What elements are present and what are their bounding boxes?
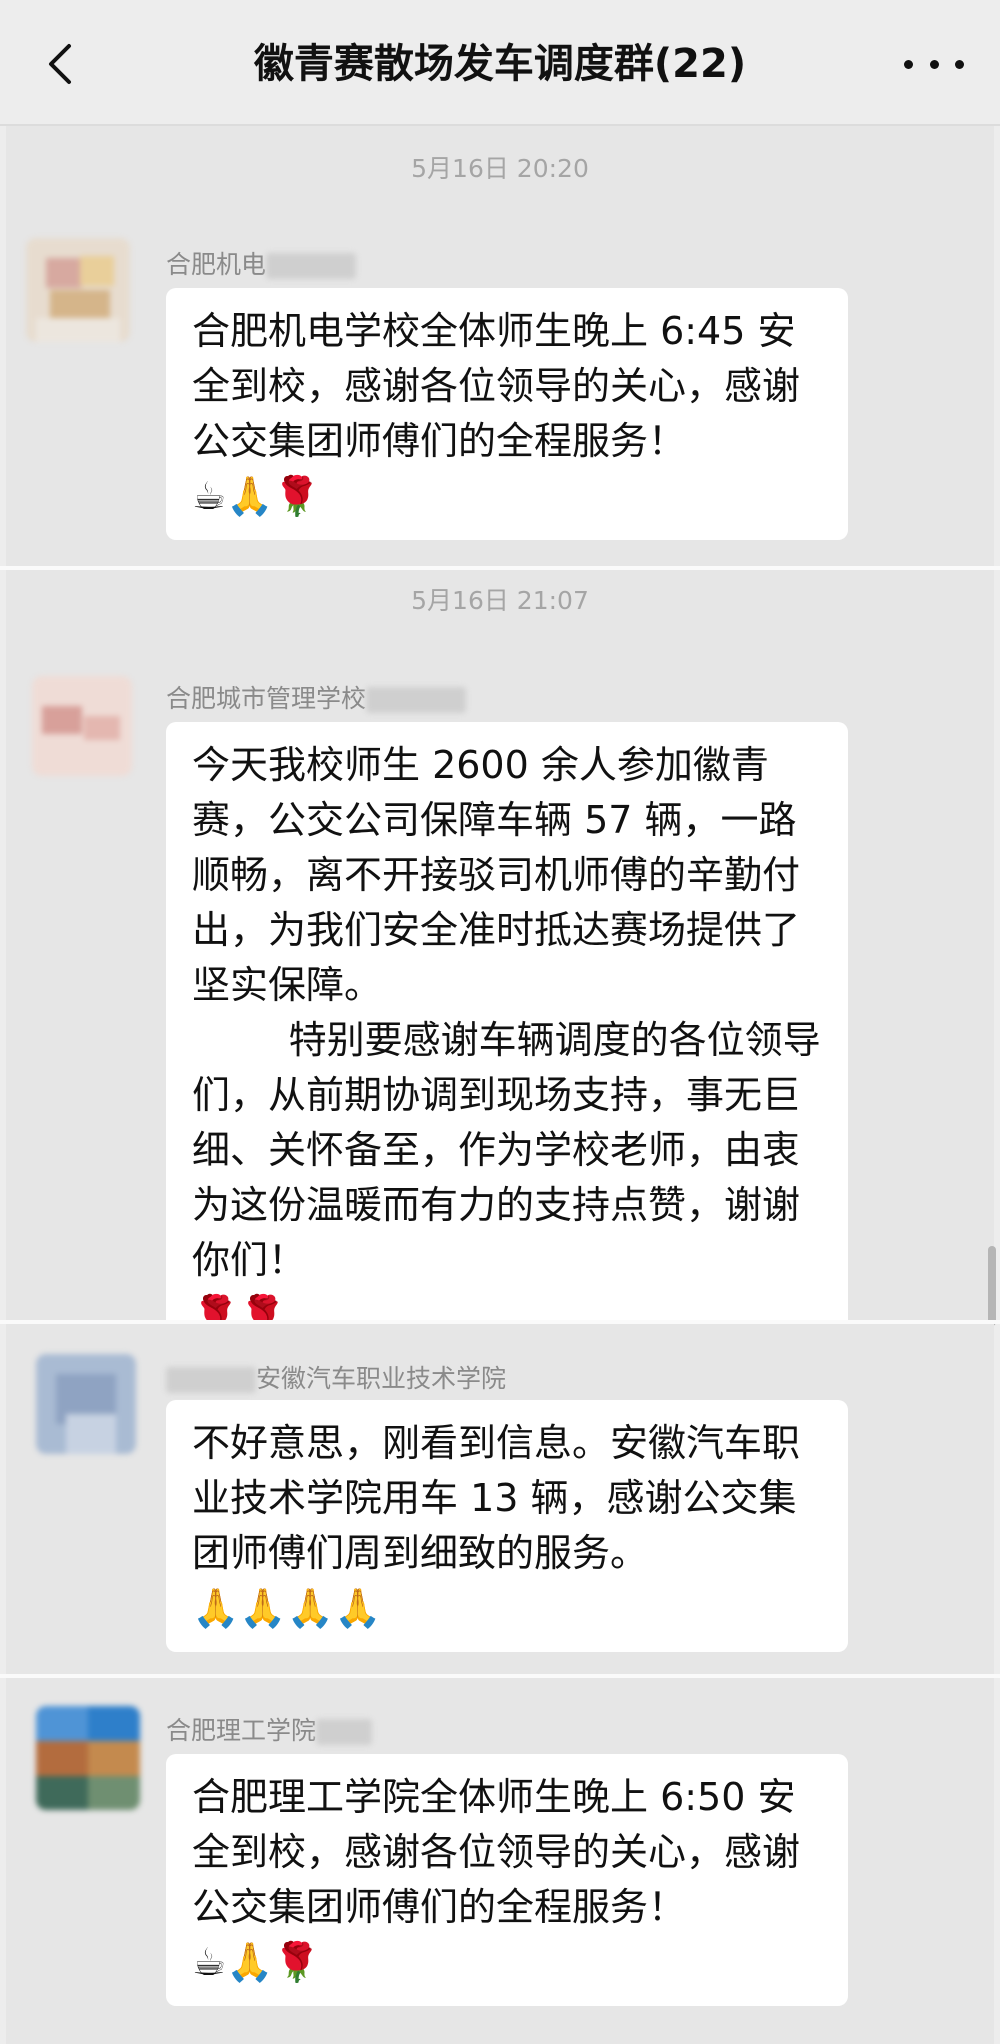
message-text: 合肥理工学院全体师生晚上 6:50 安全到校，感谢各位领导的关心，感谢公交集团师… — [192, 1775, 801, 1929]
message-text: 今天我校师生 2600 余人参加徽青赛，公交公司保障车辆 57 辆，一路顺畅，离… — [192, 743, 801, 1007]
chat-header: 徽青赛散场发车调度群(22) — [0, 0, 1000, 126]
sender-name: 合肥城市管理学校 — [166, 682, 467, 716]
message-group: 安徽汽车职业技术学院 不好意思，刚看到信息。安徽汽车职业技术学院用车 13 辆，… — [6, 1324, 994, 1674]
message-bubble[interactable]: 不好意思，刚看到信息。安徽汽车职业技术学院用车 13 辆，感谢公交集团师傅们周到… — [166, 1400, 848, 1652]
message-emoji: 🙏🙏🙏🙏 — [192, 1586, 382, 1630]
message-group: 5月16日 20:20 合肥机电 合肥机电学校全体师生晚上 6:45 安全到校，… — [6, 126, 994, 566]
message-bubble[interactable]: 合肥理工学院全体师生晚上 6:50 安全到校，感谢各位领导的关心，感谢公交集团师… — [166, 1754, 848, 2006]
avatar[interactable] — [26, 238, 130, 342]
avatar[interactable] — [36, 1706, 140, 1810]
sender-name: 合肥理工学院 — [166, 1714, 373, 1748]
message-bubble[interactable]: 合肥机电学校全体师生晚上 6:45 安全到校，感谢各位领导的关心，感谢公交集团师… — [166, 288, 848, 540]
sender-name: 安徽汽车职业技术学院 — [166, 1362, 506, 1396]
message-text: 合肥机电学校全体师生晚上 6:45 安全到校，感谢各位领导的关心，感谢公交集团师… — [192, 309, 801, 463]
more-dots-icon — [904, 59, 913, 69]
more-button[interactable] — [904, 34, 964, 94]
timestamp: 5月16日 20:20 — [411, 154, 589, 183]
sender-name: 合肥机电 — [166, 248, 357, 282]
message-text: 不好意思，刚看到信息。安徽汽车职业技术学院用车 13 辆，感谢公交集团师傅们周到… — [192, 1421, 801, 1575]
message-emoji: ☕🙏🌹 — [192, 1940, 321, 1984]
timestamp: 5月16日 21:07 — [411, 586, 589, 615]
avatar[interactable] — [36, 1354, 136, 1454]
scrollbar[interactable] — [988, 1246, 996, 1326]
message-text: 特别要感谢车辆调度的各位领导们，从前期协调到现场支持，事无巨细、关怀备至，作为学… — [192, 1018, 821, 1282]
chat-title: 徽青赛散场发车调度群(22) — [253, 41, 747, 87]
avatar[interactable] — [32, 676, 132, 776]
message-group: 5月16日 21:07 合肥城市管理学校 今天我校师生 2600 余人参加徽青赛… — [6, 570, 994, 1359]
message-group: 合肥理工学院 合肥理工学院全体师生晚上 6:50 安全到校，感谢各位领导的关心，… — [6, 1678, 994, 2044]
message-bubble[interactable]: 今天我校师生 2600 余人参加徽青赛，公交公司保障车辆 57 辆，一路顺畅，离… — [166, 722, 848, 1359]
message-emoji: ☕🙏🌹 — [192, 474, 321, 518]
